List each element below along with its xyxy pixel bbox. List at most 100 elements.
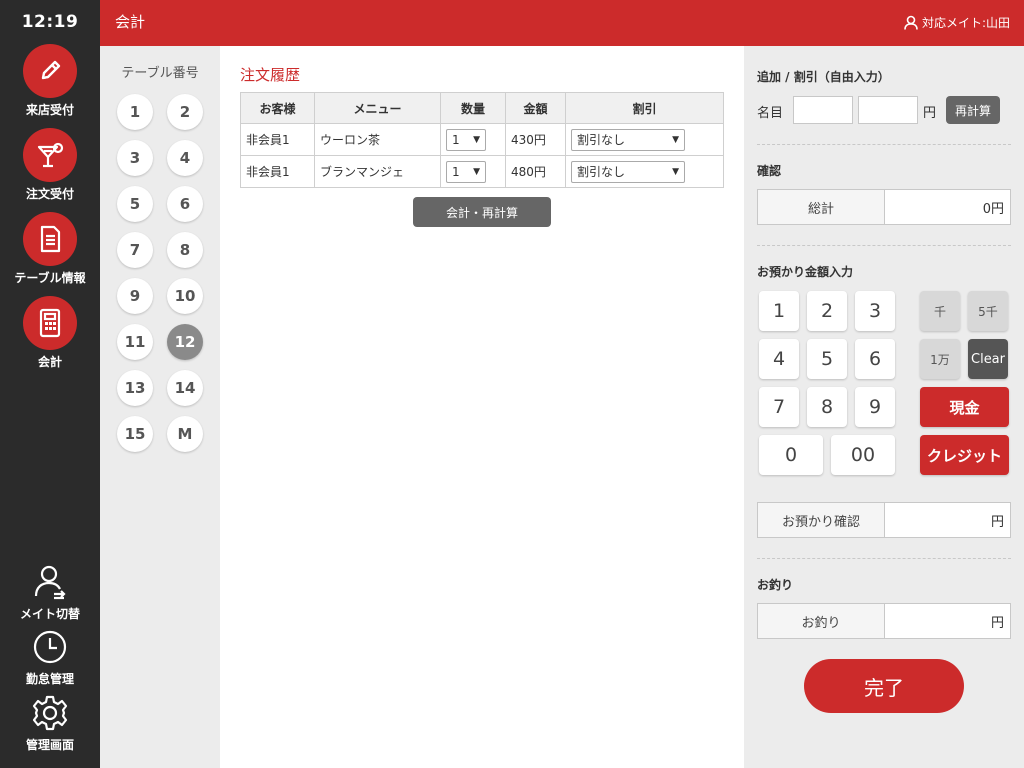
qty-select[interactable]: 1 ▼ — [446, 160, 486, 183]
nav-user-switch[interactable]: メイト切替 — [0, 562, 100, 622]
keypad-key[interactable]: 1 — [759, 291, 799, 331]
item-name-input[interactable] — [793, 96, 853, 124]
col-customer: お客様 — [240, 92, 315, 124]
amount-input[interactable] — [858, 96, 918, 124]
deposit-confirm-row: お預かり確認 円 — [757, 502, 1011, 538]
discount-value: 割引なし — [577, 165, 626, 179]
cash-button[interactable]: 現金 — [920, 387, 1009, 427]
order-history-title: 注文履歴 — [240, 66, 301, 84]
qty-cell: 1 ▼ — [440, 123, 506, 156]
change-title: お釣り — [757, 578, 794, 592]
qty-value: 1 — [452, 132, 460, 147]
nav-user-switch-label: メイト切替 — [19, 607, 80, 621]
dropdown-arrow-icon: ▼ — [672, 134, 679, 145]
table-number-button[interactable]: 12 — [167, 324, 203, 360]
col-price: 金額 — [505, 92, 566, 124]
nav-table-info[interactable]: テーブル情報 — [0, 212, 100, 286]
credit-button[interactable]: クレジット — [920, 435, 1009, 475]
total-label: 総計 — [758, 190, 885, 224]
deposit-confirm-value: 円 — [990, 514, 1004, 530]
clock: 12:19 — [21, 12, 79, 32]
table-number-button[interactable]: 13 — [117, 370, 153, 406]
keypad-key[interactable]: 9 — [855, 387, 895, 427]
col-qty: 数量 — [440, 92, 506, 124]
cocktail-icon — [23, 128, 77, 182]
table-number-button[interactable]: 9 — [117, 278, 153, 314]
keypad-key[interactable]: 8 — [807, 387, 847, 427]
discount-value: 割引なし — [577, 133, 626, 147]
table-number-button[interactable]: 11 — [117, 324, 153, 360]
clock-icon — [30, 627, 70, 667]
table-number-button[interactable]: 15 — [117, 416, 153, 452]
table-number-button[interactable]: 6 — [167, 186, 203, 222]
order-table: お客様 メニュー 数量 金額 割引 非会員1 ウーロン茶 1 ▼ 430円 割引な… — [240, 92, 724, 188]
nav-reception-label: 来店受付 — [25, 103, 74, 117]
col-discount: 割引 — [565, 92, 724, 124]
row-customer: 非会員1 — [240, 123, 315, 156]
table-number-button[interactable]: 2 — [167, 94, 203, 130]
table-number-button[interactable]: 7 — [117, 232, 153, 268]
payment-panel: 追加 / 割引（自由入力） 名目 円 再計算 確認 総計 0円 お預かり金額入力… — [744, 46, 1024, 768]
calculator-icon — [23, 296, 77, 350]
dropdown-arrow-icon: ▼ — [672, 166, 679, 177]
keypad-key[interactable]: 0 — [759, 435, 823, 475]
key-10000[interactable]: 1万 — [920, 339, 960, 379]
table-number-button[interactable]: 5 — [117, 186, 153, 222]
staff-indicator[interactable]: 対応メイト:山田 — [904, 0, 1010, 44]
discount-select[interactable]: 割引なし ▼ — [571, 128, 685, 151]
gear-icon — [30, 693, 70, 733]
add-discount-title: 追加 / 割引（自由入力） — [757, 70, 890, 84]
keypad-key[interactable]: 6 — [855, 339, 895, 379]
nav-admin[interactable]: 管理画面 — [0, 693, 100, 753]
table-row: 非会員1 ウーロン茶 1 ▼ 430円 割引なし ▼ — [240, 123, 724, 156]
keypad-key[interactable]: 4 — [759, 339, 799, 379]
table-number-button[interactable]: 8 — [167, 232, 203, 268]
keypad-key[interactable]: 7 — [759, 387, 799, 427]
qty-select[interactable]: 1 ▼ — [446, 128, 486, 151]
row-menu: ブランマンジェ — [314, 155, 441, 188]
clear-button[interactable]: Clear — [968, 339, 1008, 379]
table-number-panel: テーブル番号 1 2 3 4 5 6 7 8 9 10 11 12 13 14 15 M — [100, 46, 220, 768]
keypad-key[interactable]: 00 — [831, 435, 895, 475]
nav-reception[interactable]: 来店受付 — [0, 44, 100, 118]
table-number-button[interactable]: 1 — [117, 94, 153, 130]
user-icon — [904, 15, 918, 30]
recalc-button[interactable]: 再計算 — [946, 96, 1000, 124]
keypad-key[interactable]: 5 — [807, 339, 847, 379]
qty-value: 1 — [452, 164, 460, 179]
key-1000[interactable]: 千 — [920, 291, 960, 331]
checkout-recalc-button[interactable]: 会計・再計算 — [413, 197, 551, 227]
nav-checkout[interactable]: 会計 — [0, 296, 100, 370]
nav-order[interactable]: 注文受付 — [0, 128, 100, 202]
user-switch-icon — [30, 562, 70, 602]
change-label: お釣り — [758, 604, 885, 638]
table-number-button[interactable]: 3 — [117, 140, 153, 176]
col-menu: メニュー — [314, 92, 441, 124]
table-number-button[interactable]: 10 — [167, 278, 203, 314]
table-number-title: テーブル番号 — [121, 66, 199, 81]
nav-attendance[interactable]: 勤怠管理 — [0, 627, 100, 687]
key-5000[interactable]: 5千 — [968, 291, 1008, 331]
deposit-title: お預かり金額入力 — [757, 265, 854, 279]
total-row: 総計 0円 — [757, 189, 1011, 225]
nav-table-info-label: テーブル情報 — [14, 271, 86, 285]
change-row: お釣り 円 — [757, 603, 1011, 639]
divider — [757, 558, 1011, 559]
sidebar: 12:19 来店受付 注文受付 テーブル情報 会計 メイト切替 勤怠管理 管理画… — [0, 0, 100, 768]
page-title: 会計 — [115, 13, 146, 31]
total-value: 0円 — [982, 201, 1004, 217]
yen-label: 円 — [923, 106, 937, 121]
header: 会計 対応メイト:山田 — [100, 0, 1024, 46]
complete-button[interactable]: 完了 — [804, 659, 964, 713]
row-menu: ウーロン茶 — [314, 123, 441, 156]
keypad-key[interactable]: 3 — [855, 291, 895, 331]
discount-select[interactable]: 割引なし ▼ — [571, 160, 685, 183]
nav-order-label: 注文受付 — [25, 187, 74, 201]
staff-name: 対応メイト:山田 — [921, 15, 1010, 30]
item-name-label: 名目 — [757, 106, 784, 121]
deposit-confirm-label: お預かり確認 — [758, 503, 885, 537]
table-number-button[interactable]: 14 — [167, 370, 203, 406]
table-number-button[interactable]: 4 — [167, 140, 203, 176]
table-number-button[interactable]: M — [167, 416, 203, 452]
keypad-key[interactable]: 2 — [807, 291, 847, 331]
